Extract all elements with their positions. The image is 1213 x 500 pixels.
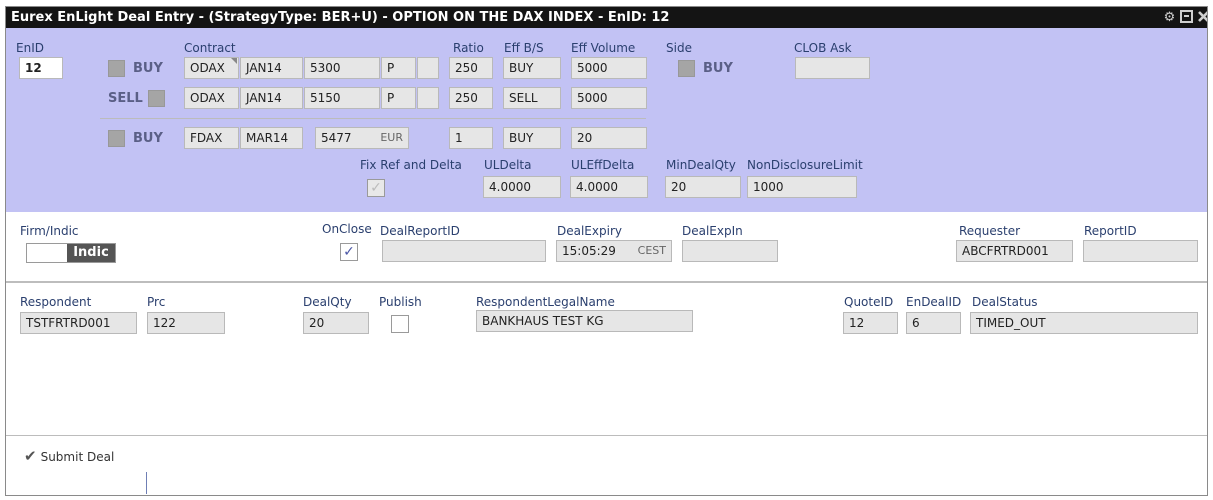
side-label: Side — [666, 41, 692, 55]
strategy-panel: EnID Contract Ratio Eff B/S Eff Volume S… — [6, 28, 1207, 212]
contract-label: Contract — [184, 41, 236, 55]
section-separator — [6, 281, 1207, 283]
close-icon[interactable] — [1196, 10, 1207, 25]
eff-bs-label: Eff B/S — [504, 41, 544, 55]
publish-label: Publish — [379, 295, 422, 309]
text-cursor — [146, 472, 147, 494]
leg2-type[interactable]: P — [381, 87, 416, 109]
uldelta-field: 4.0000 — [483, 176, 561, 198]
title-bar[interactable]: Eurex EnLight Deal Entry - (StrategyType… — [6, 7, 1207, 28]
prc-label: Prc — [147, 295, 166, 309]
leg2-eff-bs: SELL — [503, 87, 561, 109]
dealexpiry-label: DealExpiry — [557, 224, 622, 238]
leg1-eff-bs: BUY — [503, 57, 561, 79]
legalname-field: BANKHAUS TEST KG — [476, 310, 693, 332]
leg3-product[interactable]: FDAX — [184, 127, 239, 149]
leg2-product[interactable]: ODAX — [184, 87, 239, 109]
leg3-eff-bs: BUY — [503, 127, 561, 149]
onclose-checkbox[interactable]: ✓ — [340, 243, 358, 261]
leg-divider — [100, 118, 646, 119]
requester-field: ABCFRTRD001 — [956, 240, 1073, 262]
eff-volume-label: Eff Volume — [571, 41, 636, 55]
check-icon: ✔ — [24, 447, 37, 465]
fix-ref-delta-checkbox[interactable]: ✓ — [367, 179, 385, 197]
respondent-field: TSTFRTRD001 — [20, 312, 137, 334]
leg2-extra[interactable] — [417, 87, 439, 109]
dealstatus-label: DealStatus — [972, 295, 1038, 309]
endealid-label: EnDealID — [906, 295, 962, 309]
publish-checkbox[interactable] — [391, 315, 409, 333]
mindealqty-field[interactable]: 20 — [665, 176, 741, 198]
submit-deal-label: Submit Deal — [40, 450, 115, 464]
leg2-side-label: SELL — [108, 91, 143, 106]
gear-icon[interactable]: ⚙ — [1162, 10, 1177, 25]
dealexpiry-field[interactable]: 15:05:29 CEST — [556, 240, 672, 262]
legalname-label: RespondentLegalName — [476, 295, 615, 309]
enid-field: 12 — [19, 57, 63, 79]
dealexpiry-value: 15:05:29 — [562, 244, 616, 258]
window-title: Eurex EnLight Deal Entry - (StrategyType… — [11, 10, 670, 25]
onclose-label: OnClose — [322, 222, 372, 236]
nondisclosure-field[interactable]: 1000 — [747, 176, 857, 198]
leg2-expiry[interactable]: JAN14 — [240, 87, 303, 109]
clob-ask-field — [795, 57, 870, 79]
leg1-type[interactable]: P — [381, 57, 416, 79]
dealstatus-field: TIMED_OUT — [970, 312, 1198, 334]
leg1-eff-volume: 5000 — [571, 57, 647, 79]
uleffdelta-field: 4.0000 — [570, 176, 648, 198]
leg2-ratio[interactable]: 250 — [449, 87, 493, 109]
leg3-price[interactable]: 5477 EUR — [315, 127, 409, 149]
uldelta-label: ULDelta — [484, 158, 532, 172]
mindealqty-label: MinDealQty — [666, 158, 736, 172]
leg3-ratio[interactable]: 1 — [449, 127, 493, 149]
reportid-field[interactable] — [1083, 240, 1198, 262]
nondisclosure-label: NonDisclosureLimit — [747, 158, 863, 172]
side-toggle[interactable] — [678, 60, 695, 77]
endealid-field: 6 — [906, 312, 961, 334]
prc-field: 122 — [147, 312, 225, 334]
maximize-icon[interactable] — [1179, 10, 1194, 25]
clob-ask-label: CLOB Ask — [794, 41, 852, 55]
leg3-side-toggle[interactable] — [108, 130, 125, 147]
leg1-extra[interactable] — [417, 57, 439, 79]
quoteid-label: QuoteID — [844, 295, 894, 309]
leg3-eff-volume: 20 — [571, 127, 647, 149]
corner-marker — [231, 58, 237, 64]
footer-separator — [6, 435, 1207, 436]
leg1-expiry[interactable]: JAN14 — [240, 57, 303, 79]
firm-indic-label: Firm/Indic — [20, 224, 79, 238]
leg3-price-unit: EUR — [380, 131, 403, 144]
leg3-side-label: BUY — [133, 131, 163, 146]
ratio-label: Ratio — [453, 41, 484, 55]
respondent-label: Respondent — [20, 295, 92, 309]
leg1-side-toggle[interactable] — [108, 60, 125, 77]
leg3-price-value: 5477 — [321, 131, 352, 145]
dealreportid-label: DealReportID — [380, 224, 460, 238]
leg1-ratio[interactable]: 250 — [449, 57, 493, 79]
submit-deal-button[interactable]: ✔ Submit Deal — [24, 447, 114, 465]
enid-label: EnID — [16, 41, 44, 55]
dealreportid-field[interactable] — [382, 240, 546, 262]
dealexpin-field[interactable] — [682, 240, 778, 262]
leg3-expiry[interactable]: MAR14 — [240, 127, 303, 149]
fix-ref-delta-label: Fix Ref and Delta — [360, 158, 462, 172]
dealexpiry-tz: CEST — [637, 244, 666, 257]
reportid-label: ReportID — [1084, 224, 1137, 238]
dealexpin-label: DealExpIn — [682, 224, 743, 238]
leg1-strike[interactable]: 5300 — [304, 57, 380, 79]
leg2-strike[interactable]: 5150 — [304, 87, 380, 109]
quoteid-field: 12 — [843, 312, 898, 334]
side-value: BUY — [703, 61, 733, 76]
leg2-eff-volume: 5000 — [571, 87, 647, 109]
firm-indic-value: Indic — [67, 244, 115, 262]
leg1-side-label: BUY — [133, 61, 163, 76]
uleffdelta-label: ULEffDelta — [571, 158, 635, 172]
dealqty-label: DealQty — [303, 295, 352, 309]
deal-entry-window: Eurex EnLight Deal Entry - (StrategyType… — [5, 6, 1208, 496]
firm-indic-toggle[interactable]: Indic — [26, 243, 116, 263]
leg2-side-toggle[interactable] — [148, 90, 165, 107]
requester-label: Requester — [959, 224, 1021, 238]
dealqty-field: 20 — [303, 312, 369, 334]
